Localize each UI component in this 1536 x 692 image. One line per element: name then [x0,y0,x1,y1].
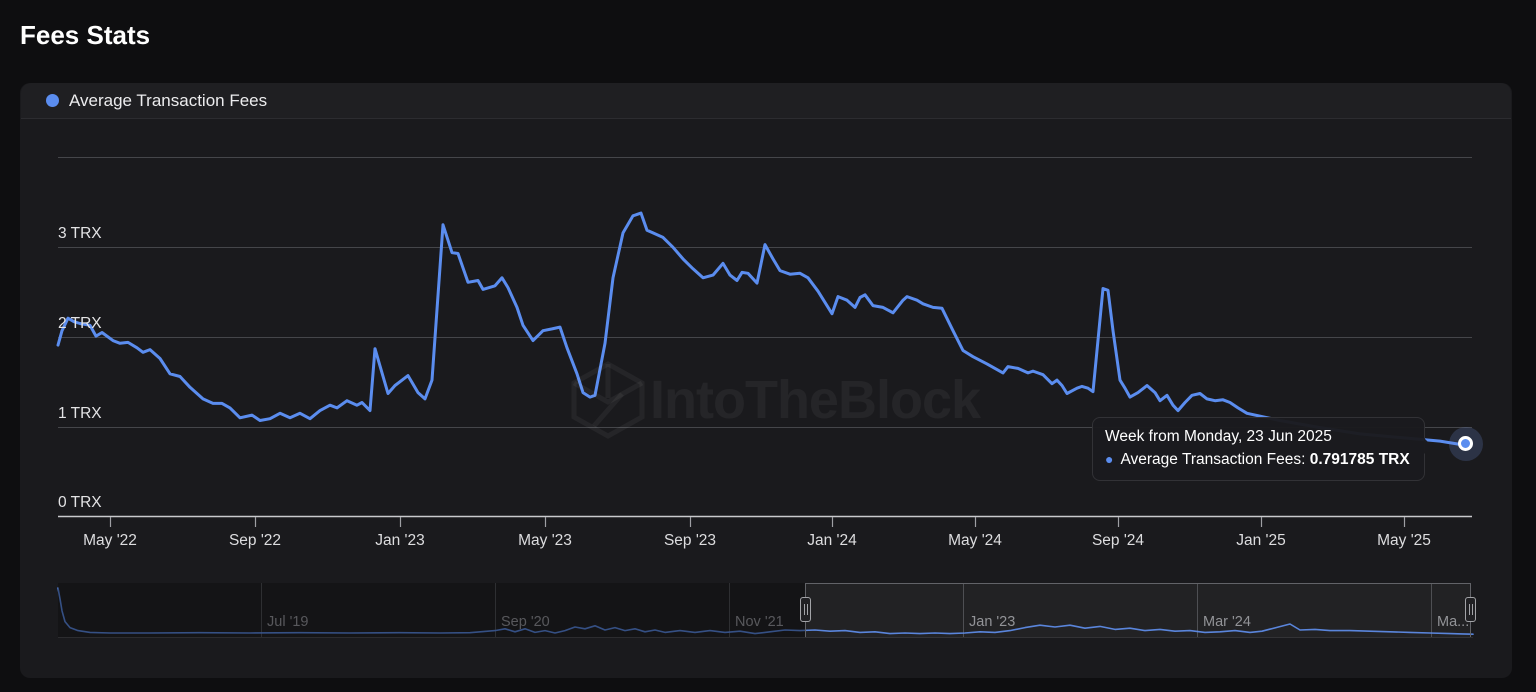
hover-point-marker [1458,436,1473,451]
navigator-unselected-mask [58,583,805,637]
tooltip-heading: Week from Monday, 23 Jun 2025 [1105,426,1410,448]
tooltip-series-dot-icon: ● [1105,451,1113,467]
navigator-right-handle[interactable] [1465,597,1476,622]
tooltip-value: 0.791785 TRX [1310,451,1410,468]
fees-stats-page: Fees Stats Average Transaction Fees Into… [0,0,1536,692]
navigator-left-handle[interactable] [800,597,811,622]
tooltip-series-label: Average Transaction Fees: [1120,451,1305,468]
navigator-layer [0,0,1536,692]
tooltip-series-row: ● Average Transaction Fees: 0.791785 TRX [1105,448,1410,471]
chart-tooltip: Week from Monday, 23 Jun 2025 ● Average T… [1092,417,1425,481]
navigator-selected-range[interactable] [805,583,1470,638]
